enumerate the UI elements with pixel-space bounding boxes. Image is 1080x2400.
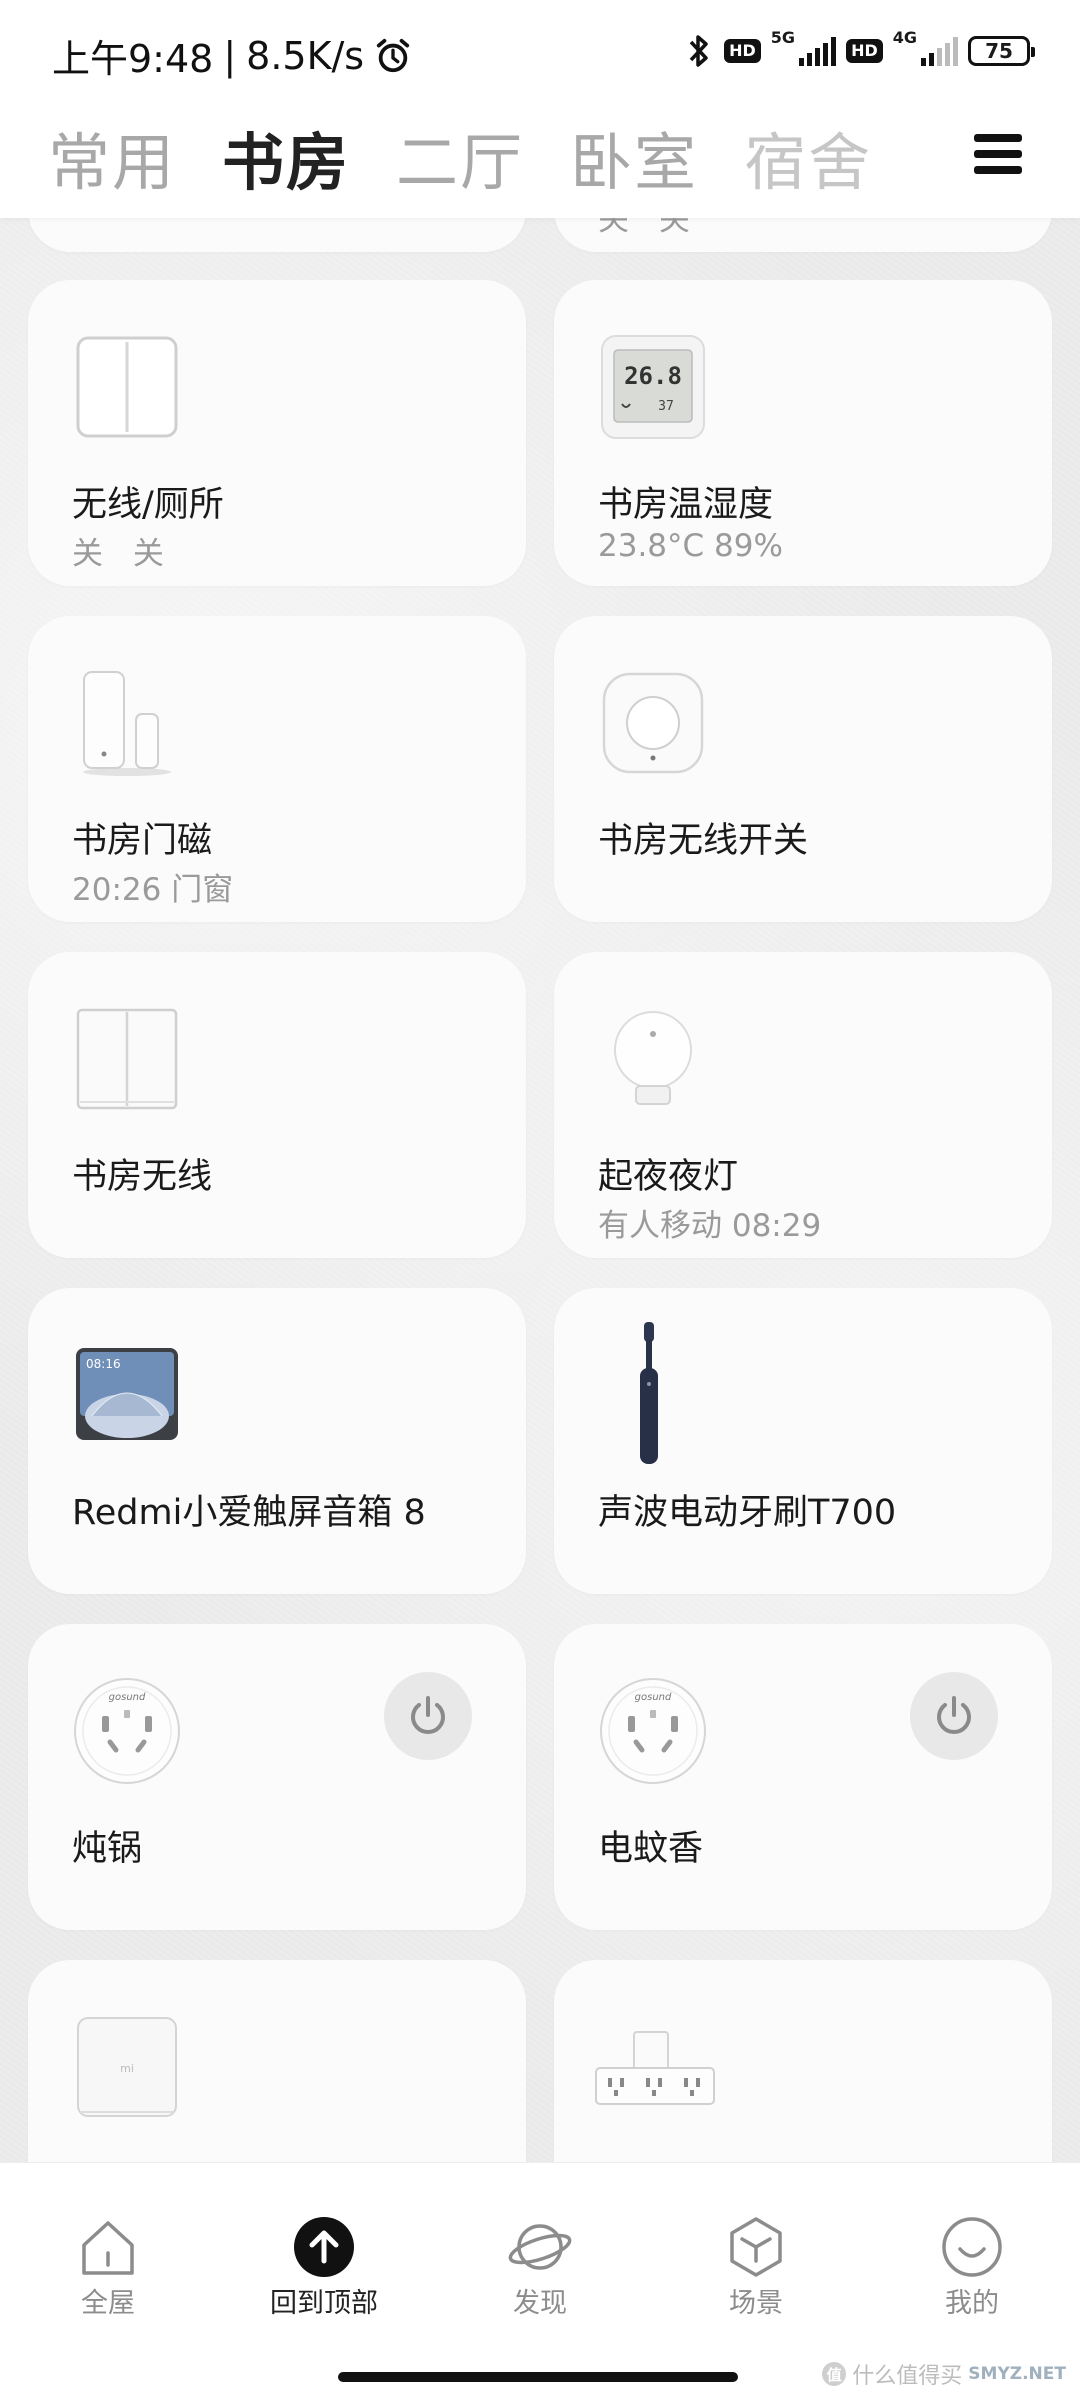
alarm-icon [376, 38, 410, 72]
wireless-button-icon [602, 672, 704, 774]
device-name: 无线/厕所 [72, 485, 224, 525]
device-name: 书房温湿度 [598, 485, 774, 525]
nav-discover[interactable]: 发现 [450, 2215, 630, 2320]
device-name: 起夜夜灯 [598, 1157, 739, 1197]
power-icon [411, 1696, 445, 1734]
smart-plug-icon: gosund [600, 1678, 706, 1784]
device-card-smart-speaker[interactable]: 08:16 Redmi小爱触屏音箱 8 [28, 1288, 526, 1594]
device-card-door-sensor[interactable]: 书房门磁 20:26 门窗 [28, 616, 526, 922]
device-name: 炖锅 [72, 1829, 143, 1869]
nav-label: 场景 [729, 2288, 783, 2319]
nav-whole-house[interactable]: 全屋 [18, 2215, 198, 2320]
door-sensor-icon [83, 671, 171, 776]
device-name: 书房门磁 [72, 821, 213, 861]
battery-icon: 75 [968, 36, 1035, 66]
device-card-wireless-button[interactable]: 书房无线开关 [554, 616, 1052, 922]
power-strip-icon [595, 2031, 715, 2105]
device-card-wireless-toilet[interactable]: 无线/厕所 关 关 [28, 280, 526, 586]
plug-brand: gosund [109, 1692, 146, 1703]
thermometer-icon: 26.8 37 [601, 335, 705, 439]
power-button[interactable] [384, 1672, 472, 1760]
device-name: 书房无线开关 [598, 821, 809, 861]
watermark: 值 什么值得买 SMYZ.NET [822, 2358, 1066, 2390]
house-icon [82, 2221, 134, 2275]
device-status: 23.8°C 89% [598, 528, 783, 564]
nav-label: 我的 [945, 2288, 999, 2319]
speaker-clock: 08:16 [86, 1357, 121, 1371]
device-card-study-temp-humidity[interactable]: 26.8 37 书房温湿度 23.8°C 89% [554, 280, 1052, 586]
nav-label: 回到顶部 [270, 2288, 378, 2319]
network-type-2: 4G [892, 27, 917, 47]
double-switch-icon [76, 336, 178, 438]
network-type-1: 5G [770, 27, 796, 47]
device-card-night-light[interactable]: 起夜夜灯 有人移动 08:29 [554, 952, 1052, 1258]
watermark-badge: 值 [822, 2362, 847, 2386]
battery-level: 75 [985, 39, 1013, 63]
nav-label: 发现 [513, 2288, 567, 2319]
device-name: 电蚊香 [598, 1829, 704, 1869]
tab-woshi[interactable]: 卧室 [570, 112, 698, 202]
device-card-study-wireless[interactable]: 书房无线 [28, 952, 526, 1258]
room-tabs: 常用 书房 二厅 卧室 宿舍 [48, 112, 872, 202]
device-card-slow-cooker[interactable]: gosund 炖锅 [28, 1624, 526, 1930]
toothbrush-icon [640, 1322, 658, 1464]
device-card-mosquito-repeller[interactable]: gosund 电蚊香 [554, 1624, 1052, 1930]
bluetooth-icon [689, 35, 708, 67]
device-status: 有人移动 08:29 [598, 1208, 822, 1244]
signal-strength-2-icon [921, 36, 958, 66]
device-name: Redmi小爱触屏音箱 8 [72, 1493, 426, 1533]
device-grid: 关 关 无线/厕所 关 关 26.8 37 书房温湿度 23.8°C 89% 书… [0, 0, 1080, 2400]
network-speed: 8.5K/s [246, 33, 365, 78]
menu-icon[interactable] [968, 128, 1028, 188]
arrow-up-icon [294, 2217, 354, 2277]
device-status: 关 关 [72, 536, 174, 572]
room-tab-bar: 常用 书房 二厅 卧室 宿舍 [0, 100, 1080, 218]
hd-badge-1: HD [724, 39, 761, 63]
power-button[interactable] [910, 1672, 998, 1760]
status-bar: 上午9:48 | 8.5K/s HD 5G HD 4G 75 [0, 0, 1080, 100]
signal-strength-1-icon [799, 36, 837, 66]
status-right: HD 5G HD 4G 75 [684, 27, 1035, 74]
plug-brand: gosund [635, 1692, 672, 1703]
tab-changyong[interactable]: 常用 [48, 112, 176, 202]
separator: | [223, 33, 237, 78]
device-card-toothbrush[interactable]: 声波电动牙刷T700 [554, 1288, 1052, 1594]
tab-erting[interactable]: 二厅 [396, 112, 524, 202]
thermometer-humidity: 37 [658, 399, 674, 414]
power-icon [937, 1696, 971, 1734]
smart-display-icon: 08:16 [76, 1348, 178, 1440]
nav-label: 全屋 [81, 2288, 135, 2319]
device-status: 20:26 门窗 [72, 872, 234, 908]
nav-profile[interactable]: 我的 [882, 2215, 1062, 2320]
watermark-text: 什么值得买 [852, 2364, 963, 2389]
smart-plug-icon: gosund [74, 1678, 180, 1784]
smiley-icon [942, 2217, 1002, 2277]
hd-badge-2: HD [846, 39, 883, 63]
device-name: 书房无线 [72, 1157, 213, 1197]
thermometer-temp: 26.8 [624, 362, 682, 390]
watermark-url: SMYZ.NET [968, 2364, 1066, 2384]
cube-icon [730, 2217, 782, 2277]
nav-back-to-top[interactable]: 回到顶部 [234, 2215, 414, 2320]
nav-scenes[interactable]: 场景 [666, 2215, 846, 2320]
night-light-icon [614, 1011, 692, 1105]
device-name: 声波电动牙刷T700 [598, 1493, 897, 1533]
double-switch-icon [76, 1008, 178, 1110]
tab-sushe[interactable]: 宿舍 [744, 112, 872, 202]
clock: 上午9:48 [52, 37, 214, 81]
planet-icon [508, 2224, 572, 2270]
gateway-logo: mi [120, 2062, 134, 2075]
tab-shufang[interactable]: 书房 [222, 112, 350, 202]
home-indicator[interactable] [338, 2372, 738, 2382]
gateway-icon: mi [77, 2017, 177, 2117]
status-left: 上午9:48 | 8.5K/s [52, 28, 412, 83]
